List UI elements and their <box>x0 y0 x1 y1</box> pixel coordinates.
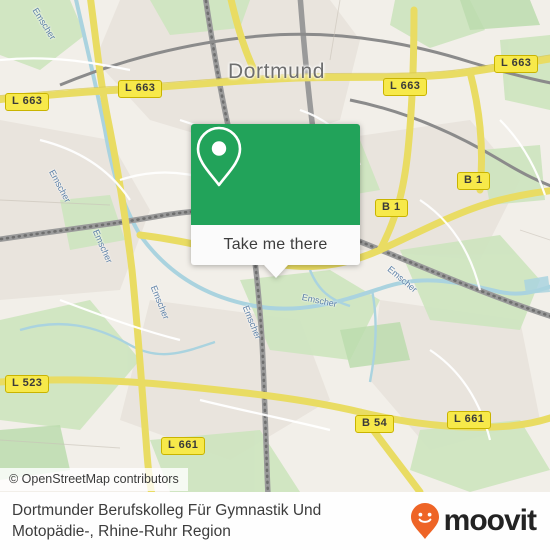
city-label-dortmund: Dortmund <box>228 60 326 83</box>
map-screenshot: Dortmund L 663 L 663 L 663 L 663 B 1 B 1 L 523… <box>0 0 550 550</box>
road-shield: L 523 <box>5 375 50 393</box>
location-title: Dortmunder Berufskolleg Für Gymnastik Un… <box>12 502 322 540</box>
road-shield: B 1 <box>375 199 408 217</box>
road-shield: B 54 <box>355 415 395 433</box>
footer-bar: Dortmunder Berufskolleg Für Gymnastik Un… <box>0 492 550 550</box>
popup-icon-area <box>191 124 360 225</box>
take-me-there-label: Take me there <box>223 236 328 253</box>
road-shield: L 663 <box>118 80 163 98</box>
moovit-logo[interactable]: moovit <box>410 502 537 540</box>
road-shield: B 1 <box>457 172 490 190</box>
road-shield: L 661 <box>447 411 492 429</box>
popup-action-area[interactable]: Take me there <box>191 225 360 265</box>
osm-attribution[interactable]: © OpenStreetMap contributors <box>0 468 188 491</box>
road-shield: L 663 <box>383 78 428 96</box>
road-shield: L 663 <box>5 93 50 111</box>
popup-pointer <box>263 265 288 278</box>
map-pin-icon <box>196 126 242 187</box>
moovit-pin-smile-icon <box>410 503 439 539</box>
road-shield: L 663 <box>494 55 539 73</box>
road-shield: L 661 <box>161 437 206 455</box>
map-canvas[interactable]: Dortmund L 663 L 663 L 663 L 663 B 1 B 1 L 523… <box>0 0 550 492</box>
moovit-wordmark: moovit <box>443 504 537 537</box>
location-popup-card[interactable]: Take me there <box>191 124 360 278</box>
